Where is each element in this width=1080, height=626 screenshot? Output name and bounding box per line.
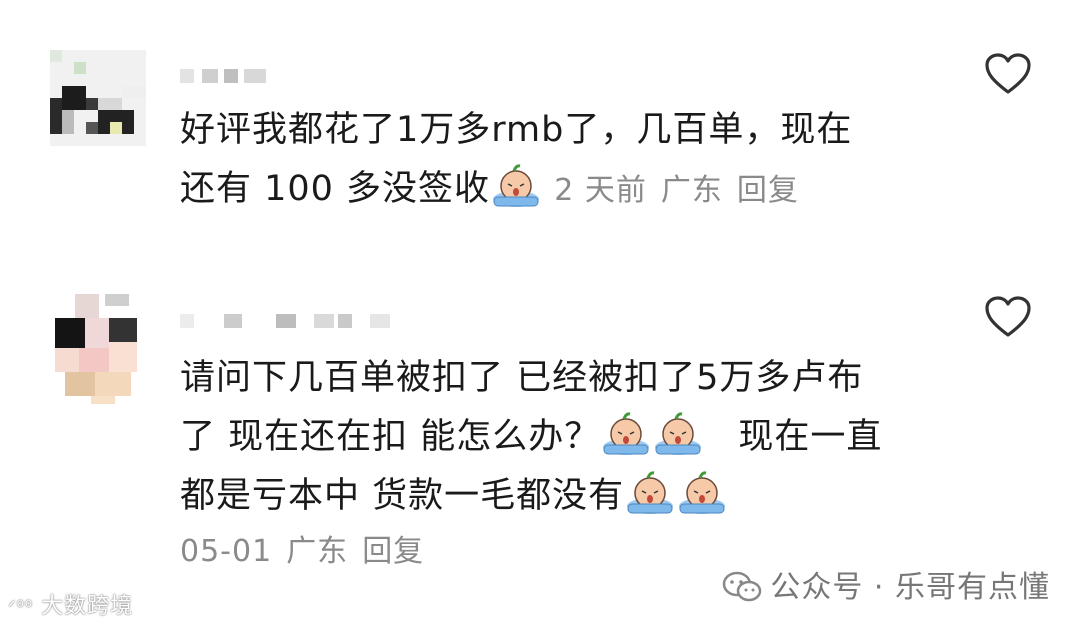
comment-region: 广东 (286, 534, 349, 569)
heart-outline-icon (985, 296, 1031, 337)
crying-emoji-icon (493, 164, 540, 207)
watermark-logo-icon: ᐟ⁰⁰ (8, 597, 34, 618)
comment-2: 请问下几百单被扣了 已经被扣了5万多卢布 了 现在还在扣 能怎么办？ 现在一直 … (0, 270, 1080, 590)
crying-emoji-icon (679, 471, 726, 514)
comment-line: 了 现在还在扣 能怎么办？ 现在一直 (180, 408, 940, 467)
comment-line-text: 还有 100 多没签收 (180, 169, 491, 209)
watermark-right: 公众号 · 乐哥有点懂 (722, 562, 1050, 606)
username-blurred[interactable] (180, 308, 390, 334)
comment-line-text: 都是亏本中 货款一毛都没有 (180, 476, 625, 516)
avatar[interactable] (45, 294, 145, 404)
comment-1: 好评我都花了1万多rmb了，几百单，现在 还有 100 多没签收 2 天前 广东回… (0, 0, 1080, 270)
crying-emoji-icon (627, 471, 674, 514)
watermark-right-text: 公众号 · 乐哥有点懂 (770, 570, 1050, 605)
comment-line: 都是亏本中 货款一毛都没有 (180, 467, 940, 526)
wechat-icon (723, 571, 762, 602)
like-button[interactable] (984, 295, 1032, 339)
comment-line: 好评我都花了1万多rmb了，几百单，现在 (180, 110, 853, 150)
crying-emoji-icon (655, 412, 702, 455)
comment-date: 2 天前 (554, 173, 647, 208)
comment-region: 广东 (660, 173, 723, 208)
avatar-image (50, 50, 146, 146)
comment-line-text: 现在一直 (738, 417, 883, 457)
avatar-image (45, 294, 145, 404)
comment-line-text: 了 现在还在扣 能怎么办？ (180, 417, 601, 457)
reply-button[interactable]: 回复 (737, 173, 799, 208)
comment-date: 05-01 (180, 534, 273, 569)
watermark-left: ᐟ⁰⁰ 大数跨境 (8, 588, 133, 620)
reply-button[interactable]: 回复 (362, 534, 424, 569)
comment-line: 还有 100 多没签收 2 天前 广东 回复 (180, 160, 940, 220)
heart-outline-icon (985, 53, 1031, 94)
avatar[interactable] (50, 50, 146, 146)
watermark-left-text: 大数跨境 (41, 594, 134, 619)
comment-text: 好评我都花了1万多rmb了，几百单，现在 还有 100 多没签收 2 天前 广东回… (180, 101, 940, 220)
username-blurred[interactable] (180, 63, 290, 89)
comment-text: 请问下几百单被扣了 已经被扣了5万多卢布 了 现在还在扣 能怎么办？ 现在一直 … (180, 349, 940, 578)
crying-emoji-icon (603, 412, 650, 455)
comment-meta: 2 天前 广东 回复 (554, 173, 799, 208)
comment-line: 请问下几百单被扣了 已经被扣了5万多卢布 (180, 358, 864, 398)
like-button[interactable] (984, 52, 1032, 96)
